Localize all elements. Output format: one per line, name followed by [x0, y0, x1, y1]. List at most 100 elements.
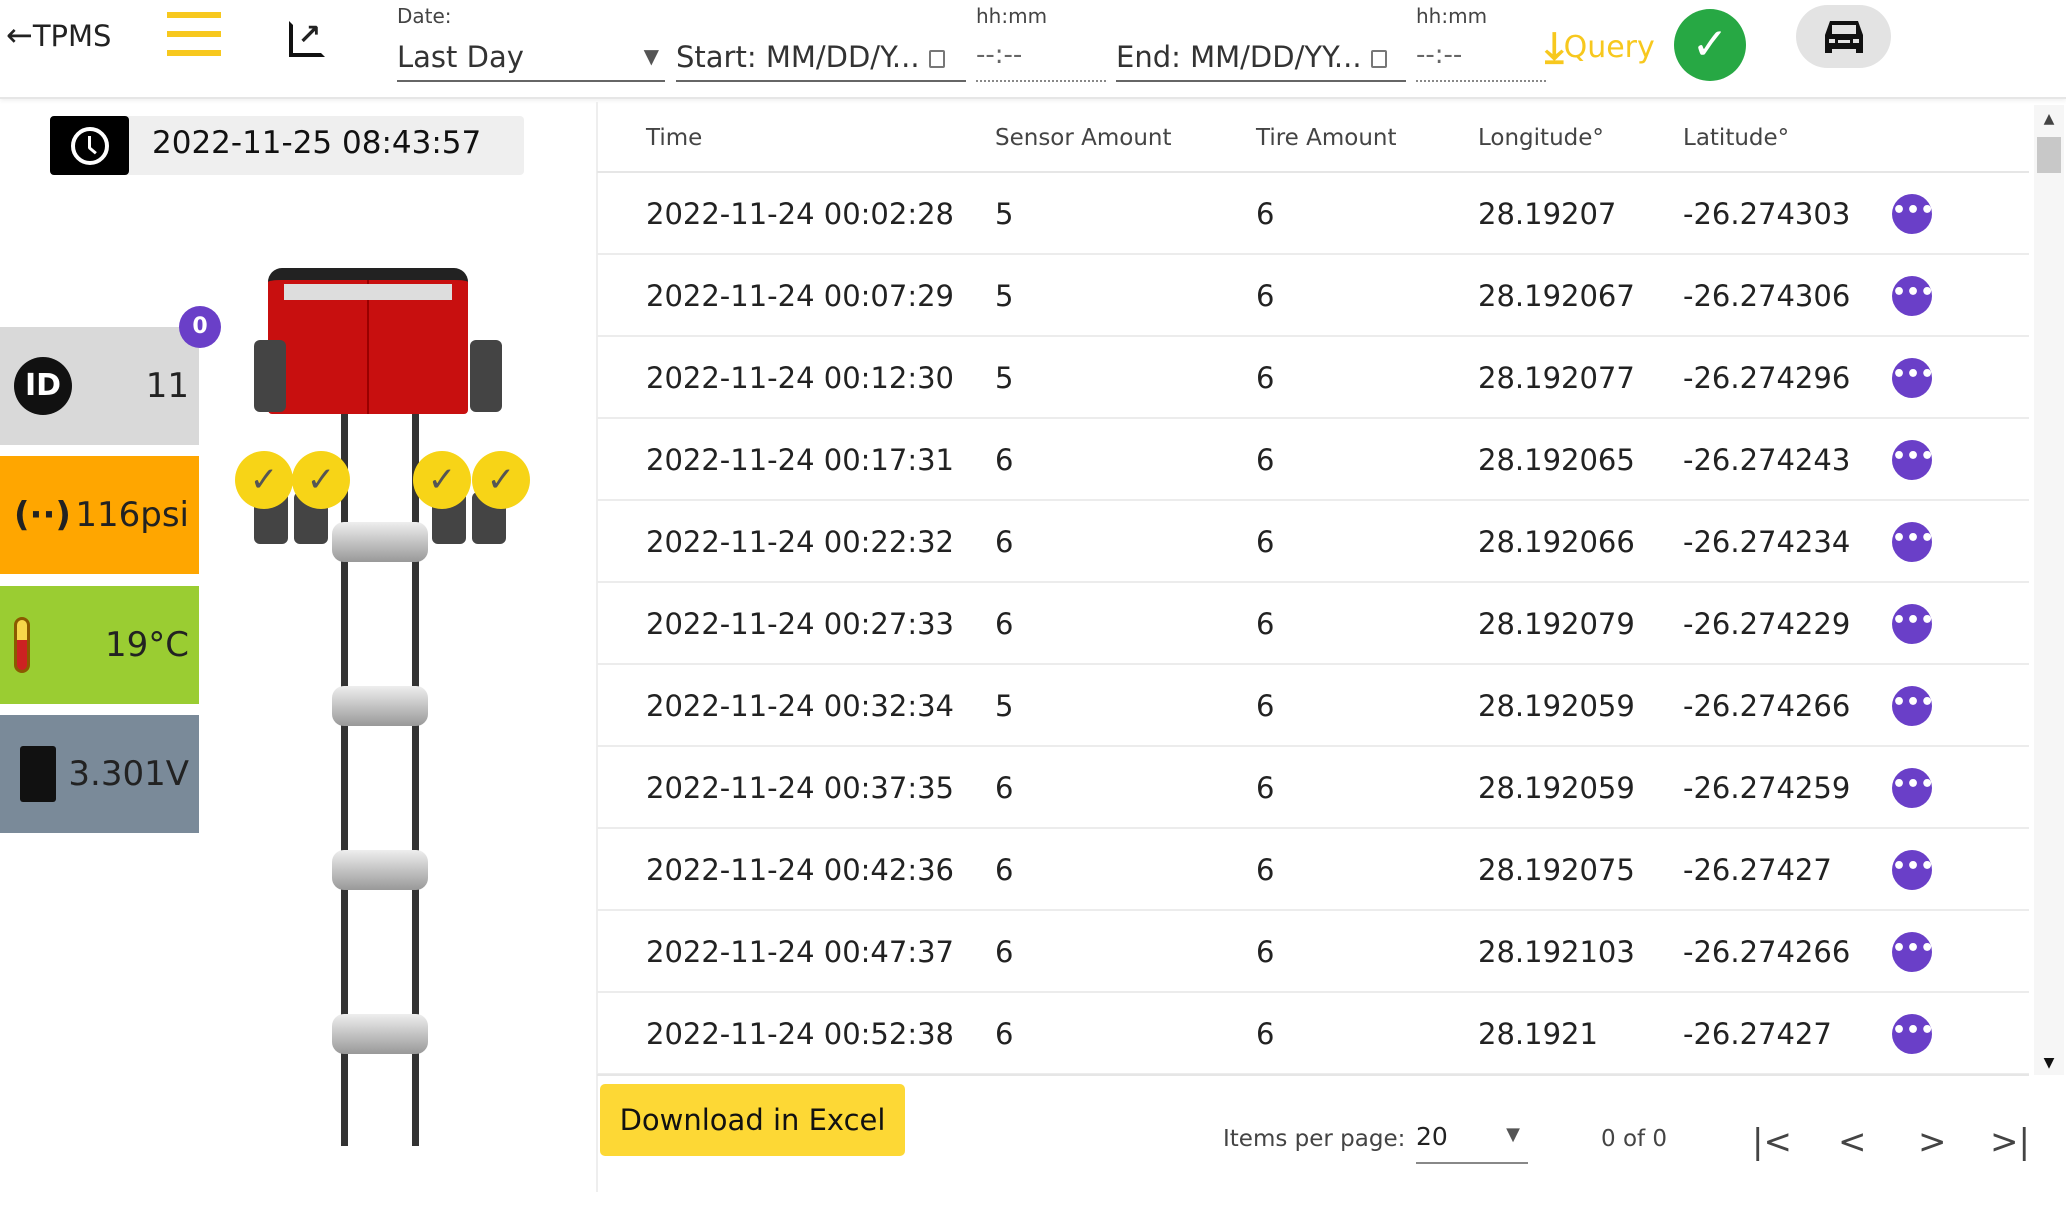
dropdown-arrow-icon: ▼ [643, 44, 659, 68]
scroll-up-icon[interactable]: ▲ [2034, 111, 2064, 127]
table-cell: 2022-11-24 00:52:38 [646, 1017, 954, 1051]
external-link-icon[interactable]: ↗ [289, 21, 325, 57]
table-row[interactable]: 2022-11-24 00:12:30 5 6 28.192077 -26.274296… [597, 337, 2029, 419]
table-cell: 28.19207 [1478, 197, 1617, 231]
more-options-icon[interactable]: ••• [1892, 768, 1934, 808]
last-page-button[interactable]: >| [1990, 1122, 2030, 1162]
more-options-icon[interactable]: ••• [1892, 604, 1934, 644]
table-cell: -26.27427 [1683, 1017, 1832, 1051]
table-cell: 6 [995, 935, 1014, 969]
column-header[interactable]: Sensor Amount [995, 125, 1172, 151]
table-cell: 28.192059 [1478, 771, 1635, 805]
table-row[interactable]: 2022-11-24 00:22:32 6 6 28.192066 -26.274234… [597, 501, 2029, 583]
battery-icon [20, 746, 56, 802]
arrow-left-icon: ← [6, 16, 33, 54]
column-header[interactable]: Latitude° [1683, 125, 1789, 151]
table-cell: 6 [1256, 525, 1275, 559]
tire-ok-check-icon[interactable]: ✓ [472, 451, 530, 509]
table-cell: 6 [995, 443, 1014, 477]
table-row[interactable]: 2022-11-24 00:27:33 6 6 28.192079 -26.274229… [597, 583, 2029, 665]
table-bottom-border [597, 1074, 2029, 1076]
first-page-button[interactable]: |< [1752, 1122, 1792, 1162]
tire-ok-check-icon[interactable]: ✓ [413, 451, 471, 509]
table-row[interactable]: 2022-11-24 00:52:38 6 6 28.1921 -26.27427 ••• [597, 993, 2029, 1075]
temperature-card: 19°C [0, 586, 199, 704]
table-cell: -26.274229 [1683, 607, 1851, 641]
table-cell: 6 [1256, 689, 1275, 723]
more-options-icon[interactable]: ••• [1892, 850, 1934, 890]
table-cell: 6 [1256, 361, 1275, 395]
table-cell: 28.192067 [1478, 279, 1635, 313]
axle [332, 522, 428, 562]
car-icon [1824, 20, 1863, 53]
table-cell: -26.274259 [1683, 771, 1851, 805]
table-cell: 28.192077 [1478, 361, 1635, 395]
axle [332, 850, 428, 890]
tire-ok-check-icon[interactable]: ✓ [292, 451, 350, 509]
vehicle-button[interactable] [1796, 5, 1891, 68]
confirm-button[interactable]: ✓ [1674, 9, 1746, 81]
column-header[interactable]: Longitude° [1478, 125, 1604, 151]
end-date-input[interactable]: End: MM/DD/YY... [1116, 40, 1406, 82]
scroll-down-icon[interactable]: ▼ [2034, 1055, 2064, 1071]
more-options-icon[interactable]: ••• [1892, 522, 1934, 562]
table-cell: 6 [1256, 1017, 1275, 1051]
more-options-icon[interactable]: ••• [1892, 1014, 1934, 1054]
tire-pressure-icon: (··) [14, 495, 71, 535]
table-row[interactable]: 2022-11-24 00:07:29 5 6 28.192067 -26.274306… [597, 255, 2029, 337]
start-date-input[interactable]: Start: MM/DD/Y... [676, 40, 966, 82]
table-cell: 6 [1256, 443, 1275, 477]
alert-count-badge: 0 [179, 306, 221, 348]
more-options-icon[interactable]: ••• [1892, 440, 1934, 480]
table-cell: -26.274303 [1683, 197, 1851, 231]
table-cell: 28.192075 [1478, 853, 1635, 887]
table-cell: 5 [995, 197, 1014, 231]
calendar-icon[interactable] [1370, 50, 1387, 68]
download-excel-button[interactable]: Download in Excel [600, 1084, 905, 1156]
column-header[interactable]: Tire Amount [1256, 125, 1397, 151]
tire-ok-check-icon[interactable]: ✓ [235, 451, 293, 509]
download-icon: ⤓ [1545, 22, 1564, 71]
pressure-card: (··) 116psi [0, 456, 199, 574]
calendar-icon[interactable] [928, 50, 945, 68]
axle [332, 686, 428, 726]
more-options-icon[interactable]: ••• [1892, 276, 1934, 316]
items-per-page-select[interactable]: 20 ▼ [1416, 1122, 1528, 1164]
table-row[interactable]: 2022-11-24 00:32:34 5 6 28.192059 -26.274266… [597, 665, 2029, 747]
table-cell: 5 [995, 279, 1014, 313]
table-cell: 2022-11-24 00:17:31 [646, 443, 954, 477]
more-options-icon[interactable]: ••• [1892, 194, 1934, 234]
table-row[interactable]: 2022-11-24 00:47:37 6 6 28.192103 -26.274266… [597, 911, 2029, 993]
next-page-button[interactable]: > [1918, 1122, 1947, 1162]
timestamp-box: 2022-11-25 08:43:57 [50, 116, 524, 175]
menu-icon[interactable] [167, 12, 221, 56]
more-options-icon[interactable]: ••• [1892, 932, 1934, 972]
table-cell: 2022-11-24 00:12:30 [646, 361, 954, 395]
table-row[interactable]: 2022-11-24 00:02:28 5 6 28.19207 -26.274303 •… [597, 173, 2029, 255]
end-time-input[interactable]: --:-- [1416, 40, 1546, 82]
table-cell: 6 [1256, 771, 1275, 805]
table-cell: 6 [995, 1017, 1014, 1051]
previous-page-button[interactable]: < [1838, 1122, 1867, 1162]
scrollbar-thumb[interactable] [2037, 137, 2061, 173]
table-cell: 2022-11-24 00:32:34 [646, 689, 954, 723]
more-options-icon[interactable]: ••• [1892, 358, 1934, 398]
column-header[interactable]: Time [646, 125, 702, 151]
date-range-select[interactable]: Last Day ▼ [397, 40, 665, 82]
back-button[interactable]: ←TPMS [6, 16, 111, 54]
table-cell: 28.1921 [1478, 1017, 1598, 1051]
table-scrollbar[interactable]: ▲ ▼ [2034, 105, 2064, 1075]
query-button[interactable]: ⤓ Query [1545, 22, 1655, 72]
table-row[interactable]: 2022-11-24 00:42:36 6 6 28.192075 -26.27427 •… [597, 829, 2029, 911]
sensor-id-card: ID 11 [0, 327, 199, 445]
table-cell: 6 [1256, 279, 1275, 313]
more-options-icon[interactable]: ••• [1892, 686, 1934, 726]
table-row[interactable]: 2022-11-24 00:37:35 6 6 28.192059 -26.274259… [597, 747, 2029, 829]
start-time-input[interactable]: --:-- [976, 40, 1106, 82]
timestamp: 2022-11-25 08:43:57 [152, 125, 482, 161]
table-cell: 6 [995, 607, 1014, 641]
pagination-range: 0 of 0 [1601, 1126, 1668, 1152]
front-right-tire [470, 340, 502, 412]
table-cell: 5 [995, 689, 1014, 723]
table-row[interactable]: 2022-11-24 00:17:31 6 6 28.192065 -26.274243… [597, 419, 2029, 501]
